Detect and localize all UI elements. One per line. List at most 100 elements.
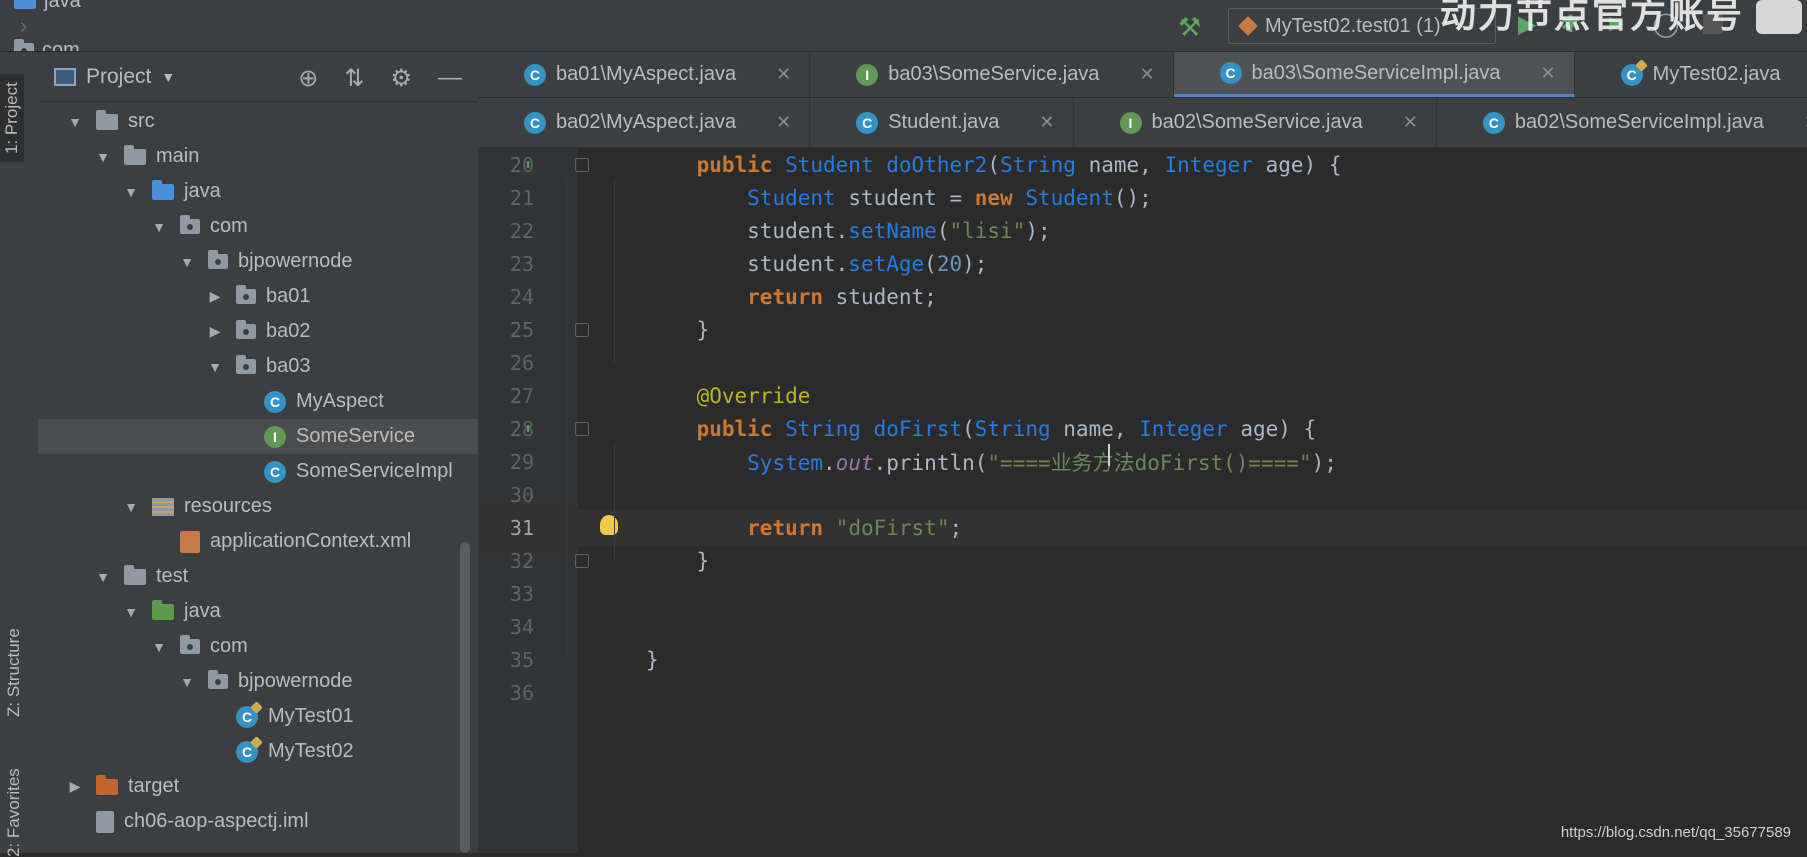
class-icon: C <box>524 111 546 134</box>
editor-tab[interactable]: CMyTest02.java✕ <box>1575 52 1807 97</box>
editor-tab[interactable]: Cba02\MyAspect.java ✕ <box>478 98 811 147</box>
expanded-arrow-icon[interactable]: ▼ <box>152 219 166 235</box>
line-number: 34 <box>509 615 534 639</box>
tree-item[interactable]: ▼ java <box>38 594 478 629</box>
breadcrumb-label: java <box>44 0 81 12</box>
class-icon: C <box>264 390 286 413</box>
tree-item[interactable]: ▶ ba02 <box>38 314 478 349</box>
lightbulb-icon[interactable] <box>600 515 618 535</box>
code-text: } <box>646 318 710 342</box>
collapsed-arrow-icon[interactable]: ▶ <box>208 288 222 305</box>
close-icon[interactable]: ✕ <box>1541 63 1556 84</box>
line-number: 36 <box>509 681 534 705</box>
tree-item-label: bjpowernode <box>238 250 353 272</box>
tree-item[interactable]: C MyTest01 <box>38 699 478 734</box>
tree-item[interactable]: ▼ src <box>38 104 478 139</box>
tool-tab-project[interactable]: 1: Project <box>0 74 24 162</box>
chevron-down-icon[interactable]: ▼ <box>161 69 175 85</box>
code-token: student. <box>646 219 849 243</box>
tree-item[interactable]: ▶ ba01 <box>38 279 478 314</box>
expanded-arrow-icon[interactable]: ▼ <box>96 149 110 165</box>
module-file-icon <box>96 810 114 833</box>
excluded-folder-icon <box>96 774 118 795</box>
project-panel-title[interactable]: Project <box>86 65 151 89</box>
close-icon[interactable]: ✕ <box>1039 112 1054 133</box>
fold-marker-icon[interactable] <box>575 422 589 436</box>
code-token: "====业务方法doFirst()====" <box>987 451 1312 475</box>
code-token: Integer <box>1139 417 1228 441</box>
editor-tab[interactable]: Cba02\SomeServiceImpl.java✕ <box>1437 98 1807 147</box>
tree-item[interactable]: ▼ test <box>38 559 478 594</box>
line-number: 33 <box>509 582 534 606</box>
tree-item[interactable]: I SomeService <box>38 419 478 454</box>
expanded-arrow-icon[interactable]: ▼ <box>124 604 138 620</box>
expanded-arrow-icon[interactable]: ▼ <box>68 114 82 130</box>
tree-item[interactable]: ▼ bjpowernode <box>38 244 478 279</box>
tree-item[interactable]: applicationContext.xml <box>38 524 478 559</box>
tree-item[interactable]: ch06-aop-aspectj.iml <box>38 804 478 839</box>
project-panel-scrollbar[interactable] <box>460 542 470 853</box>
close-icon[interactable]: ✕ <box>776 64 791 85</box>
code-token: name, <box>1050 417 1140 441</box>
tree-item[interactable]: ▼ java <box>38 174 478 209</box>
collapse-all-icon[interactable]: ⇅ <box>344 64 364 93</box>
tree-item-label: src <box>128 110 155 132</box>
editor-tab[interactable]: Cba01\MyAspect.java ✕ <box>478 52 811 97</box>
tree-item[interactable]: ▼ resources <box>38 489 478 524</box>
tool-tab-favorites[interactable]: 2: Favorites <box>4 768 24 857</box>
fold-marker-icon[interactable] <box>575 158 589 172</box>
tree-item[interactable]: ▼ ba03 <box>38 349 478 384</box>
expanded-arrow-icon[interactable]: ▼ <box>152 639 166 655</box>
tree-item[interactable]: C SomeServiceImpl <box>38 454 478 489</box>
editor-tab[interactable]: C Student.java ✕ <box>810 98 1074 147</box>
implements-method-icon[interactable]: ⬆ <box>524 421 532 437</box>
editor-tab[interactable]: Iba03\SomeService.java ✕ <box>810 52 1174 97</box>
collapsed-arrow-icon[interactable]: ▶ <box>208 323 222 340</box>
tree-item[interactable]: C MyAspect <box>38 384 478 419</box>
expanded-arrow-icon[interactable]: ▼ <box>208 359 222 375</box>
locate-icon[interactable]: ⊕ <box>298 64 318 93</box>
source-folder-icon <box>152 179 174 200</box>
tree-item[interactable]: ▼ main <box>38 139 478 174</box>
hide-icon[interactable]: — <box>438 64 462 93</box>
expanded-arrow-icon[interactable]: ▼ <box>124 184 138 200</box>
breadcrumb-item[interactable]: com <box>14 38 207 51</box>
close-icon[interactable]: ✕ <box>776 112 791 133</box>
editor-tab[interactable]: Cba03\SomeServiceImpl.java ✕ <box>1173 52 1575 97</box>
indent-guide <box>566 180 567 659</box>
tree-item[interactable]: ▶ target <box>38 769 478 804</box>
navigation-bar: ch06-aop-aspectj›src›main›java›com›bjpow… <box>0 0 1807 52</box>
line-number: 24 <box>509 285 534 309</box>
expanded-arrow-icon[interactable]: ▼ <box>180 254 194 270</box>
expanded-arrow-icon[interactable]: ▼ <box>96 569 110 585</box>
tree-item-label: SomeServiceImpl <box>296 460 453 482</box>
code-editor[interactable]: 20 public Student doOther2(String name, … <box>478 148 1807 853</box>
code-token: "doFirst" <box>835 516 950 540</box>
tree-item[interactable]: ▼ bjpowernode <box>38 664 478 699</box>
tree-item[interactable]: ▼ com <box>38 209 478 244</box>
interface-icon: I <box>856 63 879 86</box>
expanded-arrow-icon[interactable]: ▼ <box>124 499 138 515</box>
fold-marker-icon[interactable] <box>575 554 589 568</box>
editor-tab[interactable]: Iba02\SomeService.java ✕ <box>1074 98 1437 147</box>
close-icon[interactable]: ✕ <box>1403 112 1418 133</box>
gear-icon[interactable]: ⚙ <box>390 64 412 93</box>
fold-marker-icon[interactable] <box>575 323 589 337</box>
implements-method-icon[interactable]: ⬆ <box>524 157 532 173</box>
code-text: System.out.println("====业务方法doFirst()===… <box>646 447 1337 477</box>
tree-item[interactable]: ▼ com <box>38 629 478 664</box>
code-token: ( <box>962 417 975 441</box>
collapsed-arrow-icon[interactable]: ▶ <box>68 778 82 795</box>
tree-item-label: main <box>156 145 200 167</box>
tool-tab-structure[interactable]: Z: Structure <box>4 628 24 717</box>
tree-item-label: SomeService <box>296 425 415 447</box>
code-text: @Override <box>646 384 811 408</box>
tree-item[interactable]: C MyTest02 <box>38 734 478 769</box>
build-hammer-icon[interactable]: ⚒ <box>1178 12 1201 43</box>
tree-item-label: resources <box>184 495 272 517</box>
expanded-arrow-icon[interactable]: ▼ <box>180 674 194 690</box>
close-icon[interactable]: ✕ <box>1139 64 1154 85</box>
breadcrumb-item[interactable]: java <box>14 0 207 13</box>
